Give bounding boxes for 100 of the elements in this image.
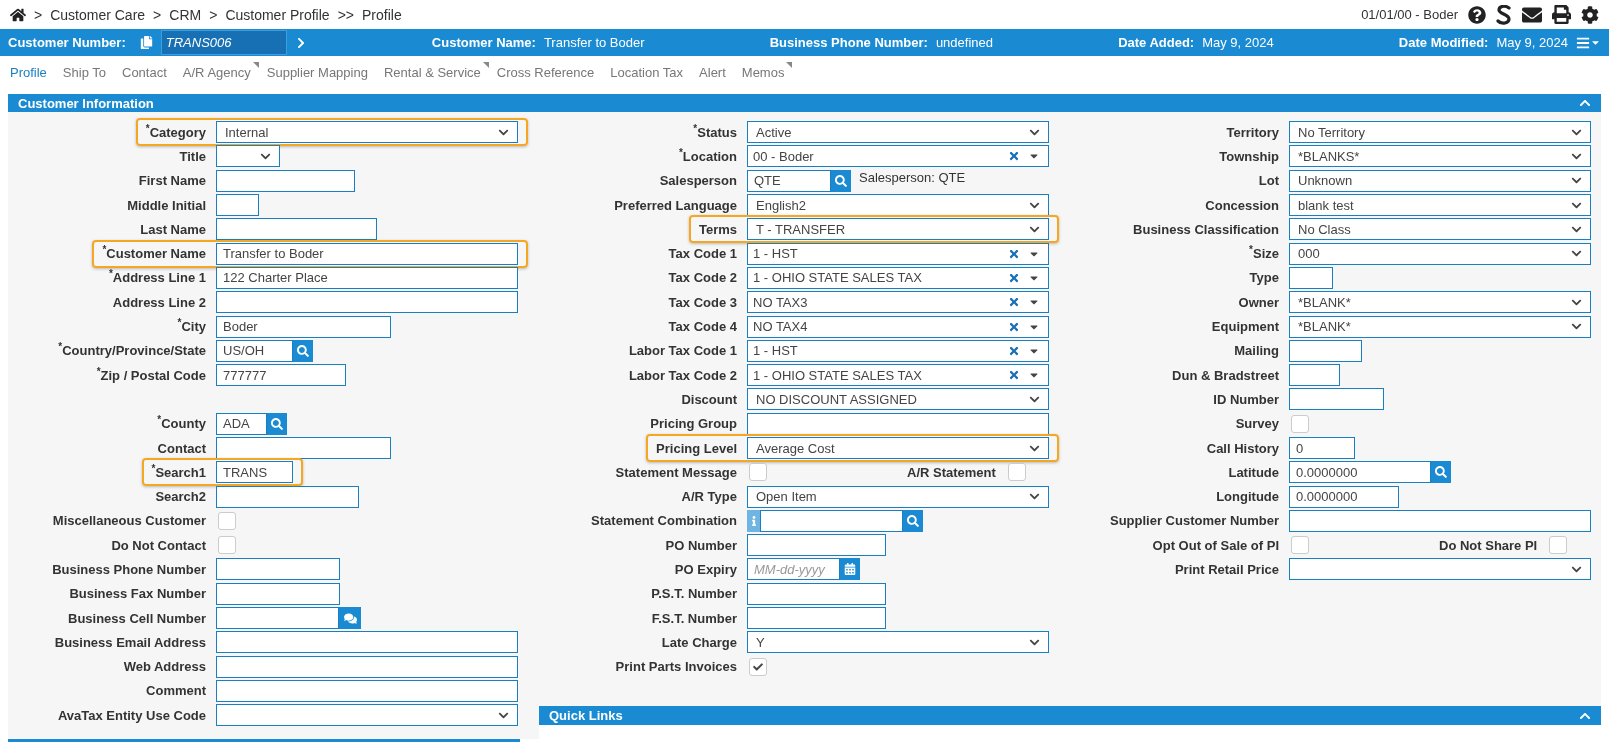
checkbox[interactable] xyxy=(749,657,767,676)
input-field[interactable] xyxy=(747,582,886,605)
input-field[interactable]: Boder xyxy=(216,315,391,338)
combo-box[interactable]: 1 - OHIO STATE SALES TAX xyxy=(747,364,1049,387)
tab[interactable]: A/R Agency xyxy=(174,64,259,80)
settings-icon[interactable] xyxy=(1581,5,1599,24)
input-field[interactable] xyxy=(747,607,886,630)
tab[interactable]: Profile xyxy=(2,64,55,80)
search-button[interactable] xyxy=(903,509,923,532)
search-button[interactable] xyxy=(267,412,287,435)
tab[interactable]: Alert xyxy=(691,64,734,80)
input-field[interactable] xyxy=(760,509,903,532)
dropdown[interactable] xyxy=(1289,558,1591,581)
section-header[interactable]: Customer Information xyxy=(8,94,1601,112)
chevron-up-icon[interactable] xyxy=(1579,97,1591,109)
search-button[interactable] xyxy=(293,339,313,362)
input-field[interactable] xyxy=(216,194,259,217)
combo-box[interactable]: 00 - Boder xyxy=(747,145,1049,168)
combo-box[interactable]: 1 - HST xyxy=(747,242,1049,265)
customer-number-field[interactable]: TRANS006 xyxy=(160,30,287,55)
dropdown[interactable]: Average Cost xyxy=(747,437,1049,459)
input-field[interactable] xyxy=(216,485,359,508)
breadcrumb-link[interactable]: Customer Profile xyxy=(225,6,330,23)
search-button[interactable] xyxy=(1431,461,1451,484)
input-field[interactable]: TRANS xyxy=(216,461,293,484)
input-field[interactable] xyxy=(1289,339,1362,362)
input-field[interactable] xyxy=(747,412,1049,435)
clear-icon[interactable] xyxy=(1008,369,1020,382)
input-field[interactable] xyxy=(1289,364,1340,387)
breadcrumb-link[interactable]: Profile xyxy=(362,6,402,23)
input-field[interactable]: 122 Charter Place xyxy=(216,266,518,289)
input-field[interactable]: 0.0000000 xyxy=(1289,485,1399,508)
checkbox[interactable] xyxy=(749,463,767,482)
dropdown[interactable]: English2 xyxy=(747,194,1049,217)
search-button[interactable] xyxy=(831,169,851,192)
combo-box[interactable]: NO TAX4 xyxy=(747,315,1049,338)
dropdown[interactable]: NO DISCOUNT ASSIGNED xyxy=(747,388,1049,411)
checkbox[interactable] xyxy=(1291,536,1309,555)
input-field[interactable] xyxy=(216,655,518,678)
checkbox[interactable] xyxy=(218,536,236,555)
dropdown[interactable]: blank test xyxy=(1289,194,1591,217)
clear-icon[interactable] xyxy=(1008,320,1020,333)
dropdown[interactable]: *BLANK* xyxy=(1289,315,1591,338)
menu-icon[interactable] xyxy=(1575,35,1601,50)
date-field[interactable]: MM-dd-yyyy xyxy=(747,558,840,581)
home-icon[interactable] xyxy=(10,6,26,23)
input-field[interactable] xyxy=(216,607,339,630)
dropdown[interactable]: *BLANKS* xyxy=(1289,145,1591,168)
breadcrumb-link[interactable]: Customer Care xyxy=(50,6,146,23)
dropdown[interactable]: 000 xyxy=(1289,242,1591,265)
clear-icon[interactable] xyxy=(1008,150,1020,163)
checkbox[interactable] xyxy=(1291,414,1309,433)
dropdown[interactable] xyxy=(216,145,280,168)
dropdown[interactable]: Internal xyxy=(216,121,518,144)
tab[interactable]: Contact xyxy=(114,64,175,80)
input-field[interactable]: 777777 xyxy=(216,364,346,387)
dropdown[interactable] xyxy=(216,704,518,727)
combo-box[interactable]: 1 - OHIO STATE SALES TAX xyxy=(747,266,1049,289)
dropdown[interactable]: Open Item xyxy=(747,485,1049,508)
dropdown[interactable]: Active xyxy=(747,121,1049,144)
calendar-button[interactable] xyxy=(840,558,860,581)
dropdown[interactable]: Unknown xyxy=(1289,169,1591,192)
input-field[interactable]: ADA xyxy=(216,412,267,435)
clear-icon[interactable] xyxy=(1008,247,1020,260)
input-field[interactable] xyxy=(216,437,391,459)
info-button[interactable] xyxy=(747,509,760,532)
input-field[interactable]: 0 xyxy=(1289,437,1355,459)
checkbox[interactable] xyxy=(1549,536,1568,555)
chat-button[interactable] xyxy=(339,607,361,630)
logo-icon[interactable] xyxy=(1496,4,1512,25)
input-field[interactable]: Transfer to Boder xyxy=(216,242,518,265)
checkbox[interactable] xyxy=(218,511,236,530)
input-field[interactable] xyxy=(216,218,377,241)
input-field[interactable] xyxy=(1289,266,1333,289)
input-field[interactable] xyxy=(216,169,355,192)
input-field[interactable] xyxy=(216,582,340,605)
dropdown[interactable]: No Class xyxy=(1289,218,1591,241)
dropdown[interactable]: T - TRANSFER xyxy=(747,218,1049,241)
clear-icon[interactable] xyxy=(1008,271,1020,284)
input-field[interactable] xyxy=(1289,509,1591,532)
combo-box[interactable]: NO TAX3 xyxy=(747,291,1049,314)
clear-icon[interactable] xyxy=(1008,344,1020,357)
tab[interactable]: Rental & Service xyxy=(375,64,489,80)
checkbox[interactable] xyxy=(1007,463,1026,482)
input-field[interactable] xyxy=(216,558,340,581)
section-header[interactable]: Quick Links xyxy=(539,706,1601,726)
tab[interactable]: Ship To xyxy=(54,64,114,80)
clear-icon[interactable] xyxy=(1008,296,1020,309)
tab[interactable]: Cross Reference xyxy=(488,64,603,80)
breadcrumb-link[interactable]: CRM xyxy=(169,6,202,23)
input-field[interactable] xyxy=(1289,388,1384,411)
input-field[interactable] xyxy=(747,534,886,557)
copy-icon[interactable] xyxy=(139,36,153,49)
input-field[interactable] xyxy=(216,291,518,314)
input-field[interactable] xyxy=(216,631,518,654)
printer-icon[interactable] xyxy=(1552,5,1571,24)
input-field[interactable]: QTE xyxy=(747,169,831,192)
tab[interactable]: Supplier Mapping xyxy=(258,64,376,80)
dropdown[interactable]: No Territory xyxy=(1289,121,1591,144)
dropdown[interactable]: Y xyxy=(747,631,1049,654)
